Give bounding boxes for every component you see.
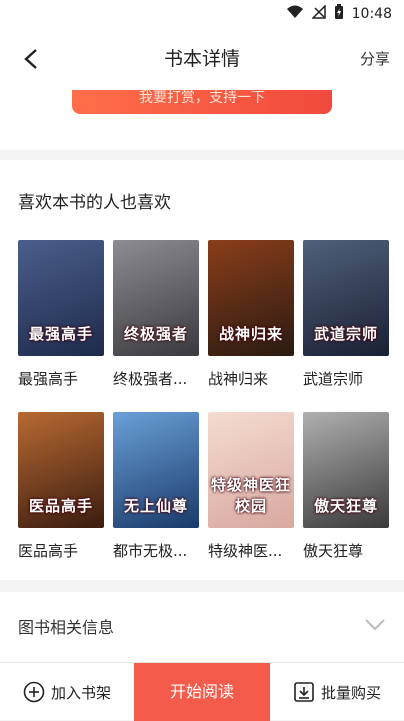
book-item[interactable]: 战神归来 战神归来 xyxy=(208,240,294,389)
recommend-section: 喜欢本书的人也喜欢 最强高手 最强高手 终极强者 终极强者... 战神归来 战神归来 武道宗… xyxy=(0,160,404,580)
book-cover: 终极强者 xyxy=(113,240,199,356)
book-cover-text: 终极强者 xyxy=(123,325,188,343)
bulk-buy-label: 批量购买 xyxy=(320,683,381,702)
status-bar: 10:48 xyxy=(0,0,404,28)
info-label: 图书相关信息 xyxy=(18,618,115,637)
book-cover-text: 武道宗师 xyxy=(313,325,378,343)
chevron-down-icon xyxy=(365,619,385,631)
add-circle-icon xyxy=(23,681,45,703)
book-item[interactable]: 傲天狂尊 傲天狂尊 xyxy=(303,412,389,561)
wifi-icon xyxy=(286,5,304,23)
bulk-buy-button[interactable]: 批量购买 xyxy=(270,663,404,721)
book-title: 战神归来 xyxy=(208,370,269,388)
book-cover-text: 特级神医狂校园 xyxy=(210,476,291,515)
book-item[interactable]: 特级神医狂校园特级神医... xyxy=(208,412,294,561)
book-title: 武道宗师 xyxy=(303,370,364,388)
book-item[interactable]: 最强高手 最强高手 xyxy=(18,240,104,389)
book-item[interactable]: 武道宗师 武道宗师 xyxy=(303,240,389,389)
book-title: 终极强者... xyxy=(113,370,188,388)
support-section: 我要打赏，支持一下 xyxy=(0,90,404,150)
book-cover: 傲天狂尊 xyxy=(303,412,389,528)
page-title: 书本详情 xyxy=(163,48,240,70)
book-cover: 最强高手 xyxy=(18,240,104,356)
book-title: 最强高手 xyxy=(18,370,79,388)
nav-bar: 书本详情 分享 xyxy=(0,28,404,90)
book-cover-text: 傲天狂尊 xyxy=(313,497,378,515)
book-title: 特级神医... xyxy=(208,542,283,560)
start-reading-button[interactable]: 开始阅读 xyxy=(134,663,270,721)
book-cover-text: 战神归来 xyxy=(218,325,283,343)
book-cover: 无上仙尊 xyxy=(113,412,199,528)
book-title: 医品高手 xyxy=(18,542,79,560)
book-info-row[interactable]: 图书相关信息 xyxy=(0,592,404,662)
book-title: 都市无极... xyxy=(113,542,188,560)
battery-charging-icon xyxy=(334,4,344,24)
book-cover: 医品高手 xyxy=(18,412,104,528)
book-item[interactable]: 终极强者终极强者... xyxy=(113,240,199,389)
no-signal-icon xyxy=(310,4,326,23)
book-cover: 武道宗师 xyxy=(303,240,389,356)
book-item[interactable]: 医品高手 医品高手 xyxy=(18,412,104,561)
add-to-shelf-label: 加入书架 xyxy=(50,683,111,702)
book-item[interactable]: 无上仙尊都市无极... xyxy=(113,412,199,561)
status-time: 10:48 xyxy=(351,6,392,22)
book-grid: 最强高手 最强高手 终极强者 终极强者... 战神归来 战神归来 武道宗师 武道宗师 医品高手医… xyxy=(0,160,404,580)
share-button[interactable]: 分享 xyxy=(360,28,390,90)
tip-button[interactable]: 我要打赏，支持一下 xyxy=(72,90,332,114)
book-cover: 特级神医狂校园 xyxy=(208,412,294,528)
add-to-shelf-button[interactable]: 加入书架 xyxy=(0,663,134,721)
book-title: 傲天狂尊 xyxy=(303,542,364,560)
book-cover-text: 最强高手 xyxy=(28,325,93,343)
book-cover: 战神归来 xyxy=(208,240,294,356)
book-cover-text: 医品高手 xyxy=(28,497,93,515)
book-cover-text: 无上仙尊 xyxy=(123,497,188,515)
download-box-icon xyxy=(294,682,314,702)
bottom-bar: 加入书架 开始阅读 批量购买 xyxy=(0,662,404,721)
